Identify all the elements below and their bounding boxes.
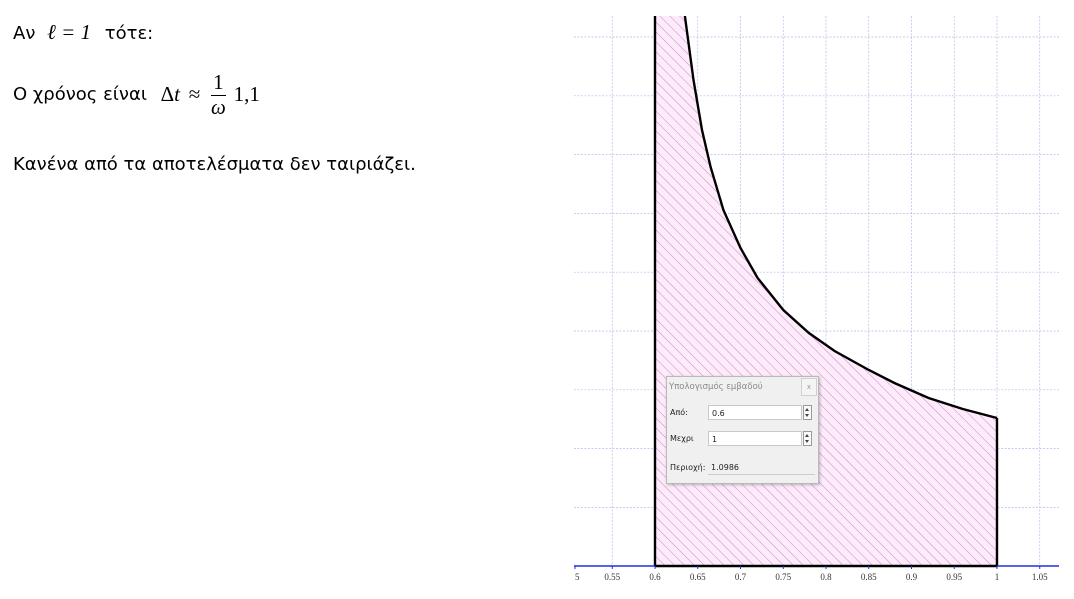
x-tick-label: 0.6 [649,572,661,582]
to-spinner[interactable] [803,431,812,446]
spin-up-icon[interactable] [805,408,809,411]
x-axis-ticks: 5 0.55 0.6 0.65 0.7 0.75 0.8 0.85 0.9 0.95 1 1.05 [574,566,1048,582]
area-calculation-dialog[interactable]: Υπολογισμός εμβαδού x Από: 0.6 Μεχρι 1 Π… [666,376,819,484]
x-tick-label: 0.65 [690,572,706,582]
x-tick-label: 0.55 [604,572,620,582]
spin-down-icon[interactable] [805,440,809,443]
x-tick-label: 5 [575,572,580,582]
area-result: 1.0986 [708,461,815,475]
x-tick-label: 1 [995,572,1000,582]
x-tick-label: 0.75 [775,572,791,582]
x-tick-label: 0.9 [906,572,918,582]
spin-down-icon[interactable] [805,414,809,417]
to-input[interactable]: 1 [708,431,802,446]
x-tick-label: 1.05 [1032,572,1048,582]
x-tick-label: 0.7 [735,572,747,582]
spin-up-icon[interactable] [805,434,809,437]
from-spinner[interactable] [803,405,812,420]
x-tick-label: 0.95 [946,572,962,582]
x-tick-label: 0.8 [820,572,832,582]
area-label: Περιοχή: [670,463,706,472]
dialog-title: Υπολογισμός εμβαδού [669,382,763,392]
close-icon[interactable]: x [801,378,817,396]
from-input[interactable]: 0.6 [708,405,802,420]
graph-view[interactable]: 5 0.55 0.6 0.65 0.7 0.75 0.8 0.85 0.9 0.95 1 1.05 [0,0,1074,599]
x-tick-label: 0.85 [861,572,877,582]
to-label: Μεχρι [670,434,694,443]
from-label: Από: [670,408,688,417]
